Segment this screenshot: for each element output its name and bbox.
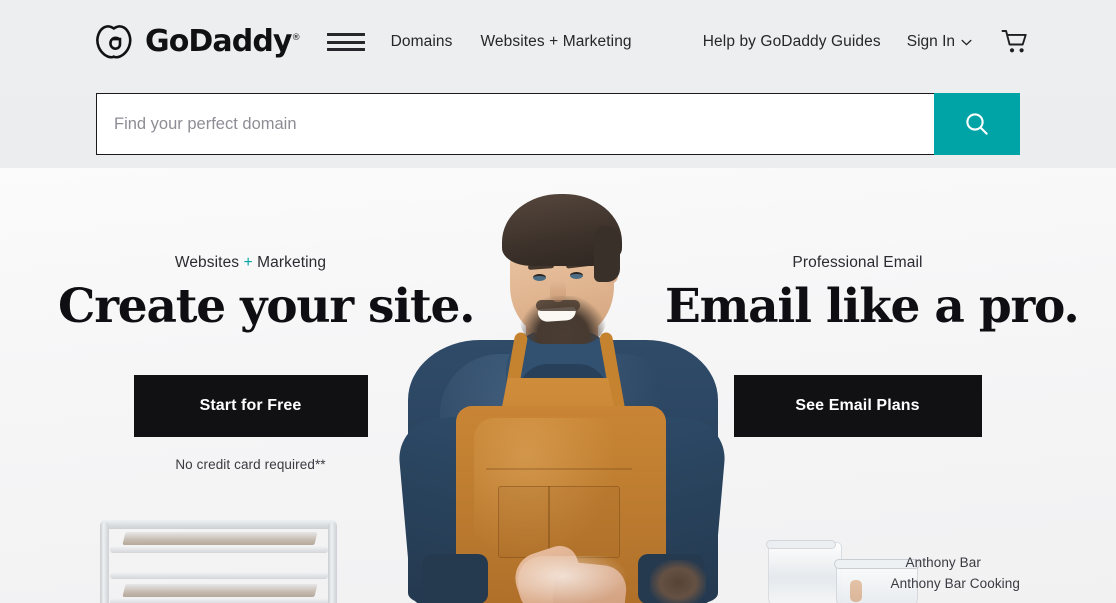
- hero-right-headline: Email like a pro.: [665, 279, 1080, 334]
- domain-search-submit-button[interactable]: [934, 93, 1020, 155]
- chef-right-eye: [570, 272, 583, 279]
- domain-search-input[interactable]: [96, 93, 934, 155]
- chef-left-eye: [533, 274, 546, 281]
- chef-nose: [550, 280, 566, 302]
- rack-shelf: [110, 546, 328, 553]
- primary-nav-links: Domains Websites + Marketing: [391, 33, 632, 51]
- rack-top-bar: [100, 520, 337, 529]
- godaddy-homepage: GoDaddy® Domains Websites + Marketing He…: [0, 0, 1116, 603]
- nav-link-domains[interactable]: Domains: [391, 33, 453, 51]
- hero-right-eyebrow: Professional Email: [792, 254, 923, 271]
- top-navigation-bar: GoDaddy® Domains Websites + Marketing He…: [0, 0, 1116, 84]
- hero-promo-professional-email: Professional Email Email like a pro. See…: [665, 254, 1080, 438]
- hero-left-eyebrow-plus: +: [243, 254, 253, 271]
- hero-promo-websites-marketing: Websites + Marketing Create your site. S…: [58, 254, 476, 473]
- rack-frame-left: [100, 522, 109, 603]
- nav-link-help-by-godaddy-guides[interactable]: Help by GoDaddy Guides: [703, 33, 881, 51]
- hamburger-line: [326, 48, 365, 51]
- hero-left-eyebrow-pre: Websites: [174, 254, 244, 271]
- chef-hair-side: [594, 226, 620, 282]
- no-credit-card-disclaimer: No credit card required**: [175, 457, 326, 473]
- domain-search-bar: [96, 93, 1020, 155]
- customer-business-name: Anthony Bar Cooking: [890, 576, 1020, 592]
- chef-left-cuff: [422, 554, 488, 603]
- shopping-cart-button[interactable]: [1000, 27, 1030, 57]
- hero-left-headline: Create your site.: [58, 279, 476, 334]
- chef-flour-dust: [518, 556, 628, 603]
- rack-frame-right: [328, 522, 337, 603]
- customer-credit: Anthony Bar Anthony Bar Cooking: [891, 553, 1020, 595]
- metal-baking-rack: [96, 516, 346, 603]
- godaddy-brand-logo-link[interactable]: GoDaddy®: [96, 22, 301, 62]
- customer-name: Anthony Bar: [905, 555, 981, 571]
- hamburger-menu-icon[interactable]: [326, 29, 365, 55]
- rack-shelf: [110, 598, 328, 603]
- rack-tray: [122, 584, 318, 597]
- search-icon: [966, 113, 988, 135]
- nav-link-websites-marketing[interactable]: Websites + Marketing: [480, 33, 631, 51]
- secondary-nav-links: Help by GoDaddy Guides Sign In: [703, 27, 1030, 57]
- large-glass-cup: [768, 542, 842, 603]
- hamburger-line: [326, 33, 365, 36]
- glass-bowl-contents: [850, 580, 862, 602]
- hero-section: Websites + Marketing Create your site. S…: [0, 168, 1116, 603]
- chef-forearm-tattoo: [650, 560, 706, 603]
- large-glass-cup-rim: [766, 540, 836, 549]
- hero-left-eyebrow: Websites + Marketing: [58, 254, 443, 272]
- hamburger-line: [326, 40, 365, 44]
- sign-in-label: Sign In: [906, 33, 955, 50]
- rack-tray: [122, 532, 318, 545]
- godaddy-wordmark: GoDaddy®: [145, 24, 301, 59]
- hero-left-eyebrow-post: Marketing: [252, 254, 327, 271]
- chevron-down-icon: [961, 39, 972, 46]
- sign-in-menu[interactable]: Sign In: [907, 33, 972, 51]
- trademark-symbol: ®: [291, 33, 301, 43]
- start-for-free-button[interactable]: Start for Free: [133, 375, 368, 438]
- rack-shelf: [110, 572, 328, 579]
- see-email-plans-button[interactable]: See Email Plans: [733, 375, 982, 438]
- shopping-cart-icon: [1001, 30, 1027, 53]
- godaddy-heart-logo-icon: [96, 25, 132, 59]
- chef-apron-seam: [486, 468, 632, 470]
